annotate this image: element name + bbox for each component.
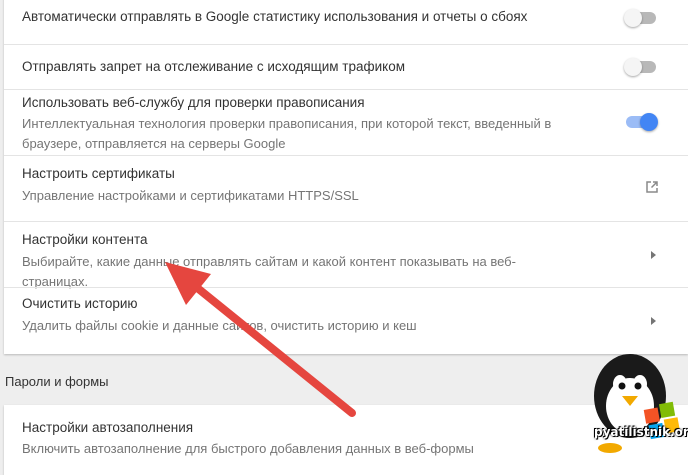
chevron-right-icon[interactable] xyxy=(651,251,656,259)
clear-history-row[interactable]: Очистить историю Удалить файлы cookie и … xyxy=(4,287,688,354)
clear-history-title: Очистить историю xyxy=(22,296,138,311)
privacy-settings-card: Автоматически отправлять в Google статис… xyxy=(4,0,688,354)
spellcheck-toggle[interactable] xyxy=(624,113,658,131)
certificates-row[interactable]: Настроить сертификаты Управление настрой… xyxy=(4,155,688,221)
autofill-subtitle: Включить автозаполнение для быстрого доб… xyxy=(22,441,474,456)
do-not-track-title: Отправлять запрет на отслеживание с исхо… xyxy=(22,59,405,74)
certificates-subtitle: Управление настройками и сертификатами H… xyxy=(22,188,359,203)
content-settings-row[interactable]: Настройки контента Выбирайте, какие данн… xyxy=(4,221,688,289)
spellcheck-row[interactable]: Использовать веб-службу для проверки пра… xyxy=(4,89,688,155)
certificates-title: Настроить сертификаты xyxy=(22,166,175,181)
clear-history-subtitle: Удалить файлы cookie и данные сайтов, оч… xyxy=(22,318,417,333)
autofill-title: Настройки автозаполнения xyxy=(22,420,194,435)
do-not-track-toggle[interactable] xyxy=(624,58,658,76)
passwords-section-title: Пароли и формы xyxy=(5,374,109,389)
spellcheck-subtitle: Интеллектуальная технология проверки пра… xyxy=(22,116,552,151)
usage-stats-title: Автоматически отправлять в Google статис… xyxy=(22,9,528,24)
content-settings-subtitle: Выбирайте, какие данные отправлять сайта… xyxy=(22,254,516,289)
usage-stats-row[interactable]: Автоматически отправлять в Google статис… xyxy=(4,0,688,44)
content-settings-title: Настройки контента xyxy=(22,232,148,247)
watermark-text: pyatilistnik.org xyxy=(594,425,688,439)
penguin-logo xyxy=(594,354,680,453)
usage-stats-toggle[interactable] xyxy=(624,9,658,27)
chevron-right-icon[interactable] xyxy=(651,317,656,325)
do-not-track-row[interactable]: Отправлять запрет на отслеживание с исхо… xyxy=(4,44,688,89)
spellcheck-title: Использовать веб-службу для проверки пра… xyxy=(22,95,365,110)
external-link-icon[interactable] xyxy=(644,179,660,195)
